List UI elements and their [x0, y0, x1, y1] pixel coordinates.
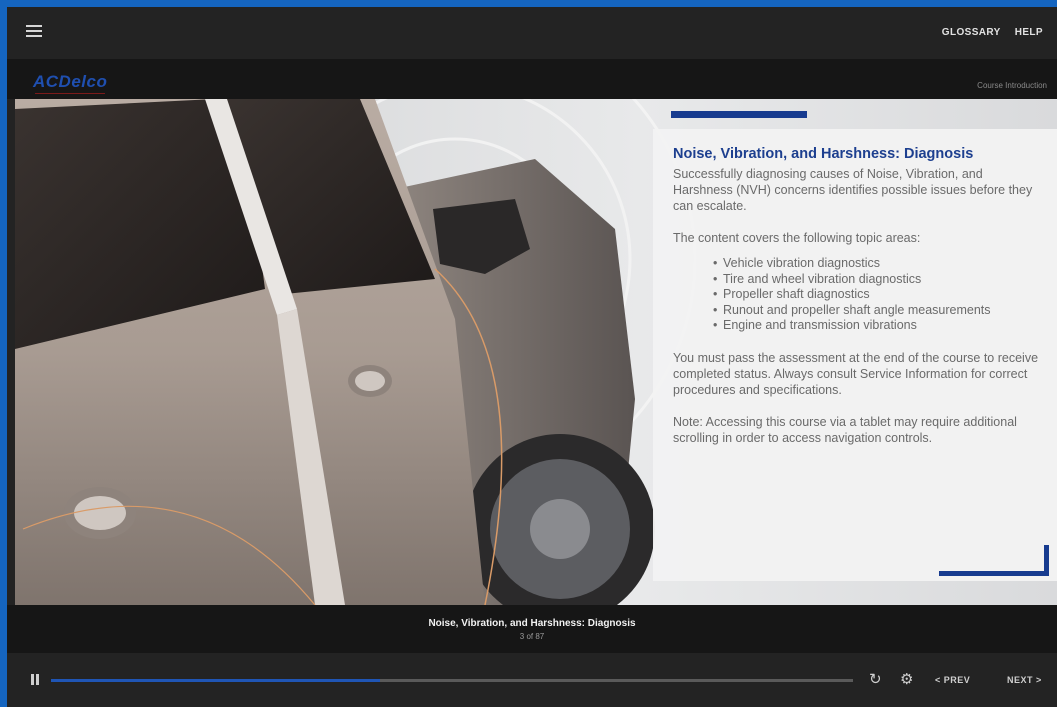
glossary-link[interactable]: GLOSSARY [942, 27, 1001, 38]
tablet-note: Note: Accessing this course via a tablet… [673, 414, 1017, 445]
replay-icon[interactable]: ↻ [869, 670, 882, 688]
progress-bar[interactable] [51, 679, 853, 682]
section-label: Course Introduction [977, 81, 1047, 90]
help-link[interactable]: HELP [1015, 27, 1043, 38]
slide-title: Noise, Vibration, and Harshness: Diagnos… [428, 618, 636, 629]
slide-counter: 3 of 87 [519, 632, 545, 641]
card-title: Noise, Vibration, and Harshness: Diagnos… [673, 146, 974, 162]
card-intro-text: Successfully diagnosing causes of Noise,… [673, 167, 1033, 213]
topics-lead-text: The content covers the following topic a… [673, 231, 921, 245]
hamburger-menu-icon[interactable] [26, 25, 42, 39]
next-button[interactable]: NEXT > [1007, 675, 1042, 685]
brand-bar: ACDelco Course Introduction [7, 59, 1057, 99]
playback-controls: ↻ ⚙ < PREV NEXT > [7, 653, 1057, 707]
assessment-note: You must pass the assessment at the end … [673, 350, 1039, 397]
top-links: GLOSSARY HELP [942, 27, 1043, 38]
slide-area: Noise, Vibration, and Harshness: Diagnos… [15, 99, 1057, 605]
progress-fill [51, 679, 380, 682]
list-item: Runout and propeller shaft angle measure… [713, 303, 1039, 319]
pause-icon[interactable] [31, 674, 41, 686]
gear-icon[interactable]: ⚙ [900, 670, 913, 688]
topic-list: Vehicle vibration diagnostics Tire and w… [713, 256, 1039, 334]
slide-title-bar: Noise, Vibration, and Harshness: Diagnos… [7, 605, 1057, 653]
card-corner-accent [939, 571, 1049, 576]
prev-label: PREV [943, 675, 971, 685]
card-accent-bar [671, 111, 807, 118]
next-label: NEXT [1007, 675, 1034, 685]
acdelco-logo: ACDelco [33, 72, 108, 94]
list-item: Propeller shaft diagnostics [713, 287, 1039, 303]
top-bar: GLOSSARY HELP [7, 7, 1057, 59]
course-player: GLOSSARY HELP ACDelco Course Introductio… [7, 7, 1057, 707]
list-item: Tire and wheel vibration diagnostics [713, 272, 1039, 288]
card-corner-accent [1044, 545, 1049, 576]
prev-button[interactable]: < PREV [935, 675, 970, 685]
course-intro-card: Noise, Vibration, and Harshness: Diagnos… [653, 129, 1057, 581]
list-item: Vehicle vibration diagnostics [713, 256, 1039, 272]
list-item: Engine and transmission vibrations [713, 318, 1039, 334]
